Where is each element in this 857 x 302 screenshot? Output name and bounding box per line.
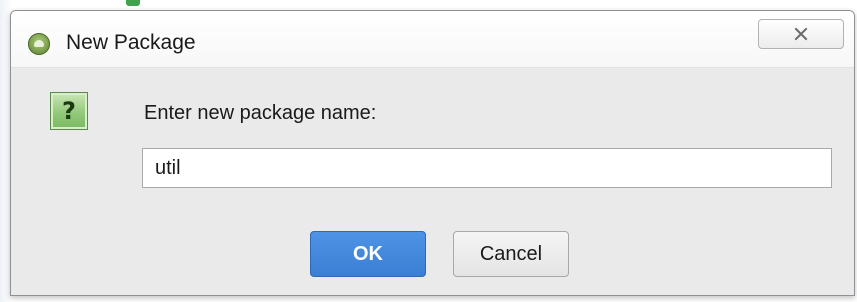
dialog-title: New Package: [66, 31, 196, 54]
question-glyph: ?: [62, 97, 76, 125]
package-name-label: Enter new package name:: [144, 102, 377, 124]
close-icon: [794, 27, 808, 41]
android-studio-icon: [28, 33, 50, 55]
question-icon: ?: [50, 92, 88, 130]
screen: New Package ? Enter new package name: OK…: [0, 0, 857, 302]
package-name-input[interactable]: [142, 148, 832, 188]
dialog-body: ? Enter new package name: OK Cancel: [11, 68, 854, 295]
close-button[interactable]: [758, 19, 844, 49]
new-package-dialog: New Package ? Enter new package name: OK…: [10, 10, 855, 296]
ok-button[interactable]: OK: [310, 231, 426, 277]
cancel-button[interactable]: Cancel: [453, 231, 569, 277]
background-window-fragment: [126, 0, 140, 6]
dialog-titlebar[interactable]: New Package: [11, 11, 854, 68]
